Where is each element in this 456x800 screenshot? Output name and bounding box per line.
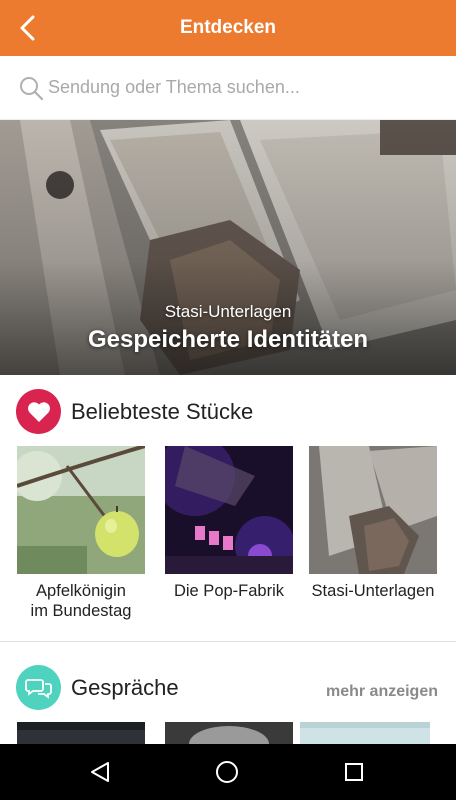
search-input[interactable] — [48, 77, 428, 98]
popular-card-1[interactable]: Apfelkönigin im Bundestag — [17, 446, 145, 621]
card-image — [165, 446, 293, 574]
popular-card-2[interactable]: Die Pop-Fabrik — [165, 446, 293, 601]
nav-back-button[interactable] — [84, 756, 116, 788]
talks-card-1[interactable] — [17, 722, 145, 744]
card-label: Apfelkönigin im Bundestag — [17, 581, 145, 621]
talks-card-2[interactable] — [165, 722, 293, 744]
talks-section-title: Gespräche — [71, 675, 179, 700]
page-title: Entdecken — [179, 17, 277, 38]
popular-section-title: Beliebteste Stücke — [71, 399, 254, 424]
card-label: Stasi-Unterlagen — [309, 581, 437, 601]
card-image — [309, 446, 437, 574]
nav-recents-button[interactable] — [338, 756, 370, 788]
card-label-line2: im Bundestag — [30, 602, 132, 620]
card-label-line1: Die Pop-Fabrik — [173, 582, 285, 600]
system-nav-bar — [0, 744, 456, 800]
nav-home-button[interactable] — [211, 756, 243, 788]
card-label: Die Pop-Fabrik — [165, 581, 293, 601]
hero-title: Gespeicherte Identitäten — [87, 326, 369, 353]
top-app-bar: Entdecken — [0, 0, 456, 56]
nav-home-icon — [216, 761, 238, 783]
chevron-left-icon — [20, 15, 35, 41]
card-image — [17, 446, 145, 574]
popular-section-icon — [16, 389, 61, 434]
talks-section-header: Gespräche mehr anzeigen — [0, 652, 456, 722]
talks-section-icon — [16, 665, 61, 710]
heart-icon — [27, 401, 50, 422]
popular-section-header: Beliebteste Stücke — [0, 376, 456, 446]
section-divider — [0, 641, 456, 642]
search-icon — [20, 76, 44, 100]
card-label-line1: Stasi-Unterlagen — [311, 582, 435, 600]
hero-overline: Stasi-Unterlagen — [164, 302, 292, 321]
back-button[interactable] — [10, 10, 46, 46]
more-link[interactable]: mehr anzeigen — [326, 683, 438, 701]
popular-card-3[interactable]: Stasi-Unterlagen — [309, 446, 437, 601]
nav-back-icon — [91, 762, 109, 782]
search-bar — [0, 56, 456, 120]
talks-card-3[interactable] — [300, 722, 430, 744]
card-label-line1: Apfelkönigin — [36, 582, 126, 600]
chat-bubbles-icon — [24, 678, 52, 699]
nav-recents-icon — [345, 763, 363, 781]
